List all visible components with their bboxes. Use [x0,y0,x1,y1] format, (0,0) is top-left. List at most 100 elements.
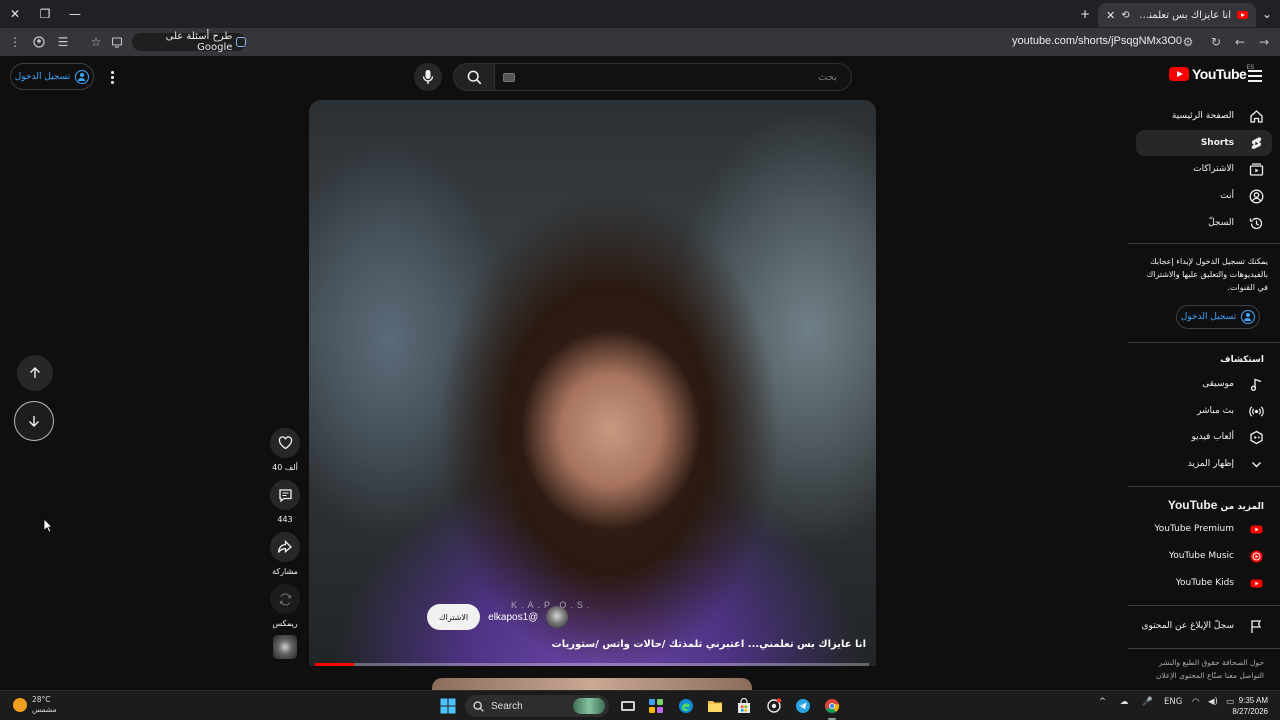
tray-wifi-icon[interactable]: ◠ [1192,697,1199,707]
minimize-window-icon[interactable]: — [64,4,86,24]
comments-button[interactable] [270,480,300,510]
browser-tab-active[interactable]: انا عايزاك بس تعلمني.. اعتبر ⟲ ✕ [1098,3,1256,27]
search-box[interactable] [494,63,852,91]
history-icon [1248,215,1264,231]
tray-cloud-icon[interactable]: ☁ [1120,697,1129,707]
channel-avatar[interactable] [546,606,569,628]
chrome-browser-icon[interactable] [822,696,842,716]
bookmark-star-icon[interactable]: ☆ [87,33,105,51]
sidebar-item-label: الصفحة الرئيسية [1171,111,1234,121]
widgets-icon[interactable] [646,696,666,716]
new-tab-icon[interactable]: + [1074,4,1096,24]
video-progress-bar[interactable] [315,663,869,666]
install-app-icon[interactable] [108,33,126,51]
tab-search-icon[interactable]: ⌄ [1256,4,1278,24]
browser-menu-icon[interactable]: ⋮ [6,33,24,51]
sidebar-sign-in-button[interactable]: تسجيل الدخول [1176,305,1260,329]
share-action: مشاركة [270,532,300,576]
close-window-icon[interactable]: ✕ [4,4,26,24]
shorts-video-player[interactable]: K.A.P.O.S. [309,100,876,666]
search-button[interactable] [453,63,495,91]
youtube-logo[interactable]: YouTube ES [1169,64,1254,82]
taskbar-search-label: Search [491,700,523,712]
tray-overflow-icon[interactable]: ^ [1099,697,1106,707]
sidebar-item-live[interactable]: بث مباشر [1136,398,1272,424]
sidebar-item-history[interactable]: السجلّ [1136,210,1272,236]
sidebar-show-more[interactable]: إظهار المزيد [1136,451,1272,477]
sidebar-item-you[interactable]: أنت [1136,183,1272,209]
google-lens-icon [236,37,246,47]
taskbar-clock[interactable]: 9:35 AM 8/27/2026 [1232,695,1268,717]
video-title[interactable]: انا عايزاك بس تعلمني... اعتبرني تلمذتك /… [548,639,866,650]
sidebar-item-label: موسيقى [1202,379,1234,389]
footer-links[interactable]: حول الصحافة حقوق الطبع والنشر التواصل مع… [1134,656,1264,682]
edge-browser-icon[interactable] [676,696,696,716]
restore-window-icon[interactable]: ❐ [34,4,56,24]
sidebar-item-label: سجلّ الإبلاغ عن المحتوى [1141,621,1234,631]
comment-icon [278,488,292,502]
tab-audio-icon[interactable]: ⟲ [1121,10,1129,21]
next-short-preview[interactable] [432,678,752,690]
settings-menu-icon[interactable] [106,67,118,87]
sidebar-item-subscriptions[interactable]: الاشتراكات [1136,156,1272,182]
share-label: مشاركة [272,567,298,576]
taskbar-search[interactable]: Search [465,695,609,717]
sidebar-item-label: Shorts [1200,138,1234,148]
chatgpt-app-icon[interactable] [764,696,784,716]
sidebar-item-label: YouTube Premium [1154,524,1234,534]
sign-in-prompt: يمكنك تسجيل الدخول لإبداء إعجابك بالفيدي… [1146,257,1268,292]
like-button[interactable] [270,428,300,458]
tray-volume-icon[interactable]: ◀) [1208,697,1218,707]
sidebar-item-shorts[interactable]: Shorts [1136,130,1272,156]
subscribe-button[interactable]: الاشتراك [427,604,481,630]
next-short-button[interactable] [14,401,54,441]
telegram-icon[interactable] [793,696,813,716]
reload-icon[interactable]: ↻ [1207,33,1225,51]
back-icon[interactable]: ← [1231,33,1249,51]
windows-taskbar: 28°C مشمس Search ^ ☁ 🎤 ENG ◠ ◀) ▭ 9:35 A [0,690,1280,720]
channel-handle[interactable]: @elkapos1 [488,612,538,623]
tab-title: انا عايزاك بس تعلمني.. اعتبر [1135,9,1231,21]
previous-short-button[interactable] [17,355,53,391]
forward-icon[interactable]: → [1255,33,1273,51]
microsoft-store-icon[interactable] [734,696,754,716]
sign-in-label: تسجيل الدخول [14,71,71,82]
keyboard-icon[interactable] [503,73,515,82]
sign-in-button[interactable]: تسجيل الدخول [10,63,94,90]
voice-search-button[interactable] [414,63,442,91]
share-button[interactable] [270,532,300,562]
weather-widget[interactable]: 28°C مشمس [13,695,57,715]
url-text[interactable]: youtube.com/shorts/jPsqgNMx3O0 [1012,35,1182,47]
arrow-up-icon [30,367,40,378]
weather-temp: 28°C [32,695,51,704]
ask-google-label: طرح أسئلة على Google [165,31,233,53]
start-button[interactable] [438,696,458,716]
sidebar-item-label: الاشتراكات [1193,164,1234,174]
site-settings-icon[interactable]: ⚙ [1179,33,1197,51]
sidebar-item-home[interactable]: الصفحة الرئيسية [1136,103,1272,129]
like-count: 40 ألف [272,463,298,472]
file-explorer-icon[interactable] [705,696,725,716]
clock-time: 9:35 AM [1238,696,1268,705]
ask-google-chip[interactable]: طرح أسئلة على Google [132,31,246,53]
remix-button[interactable] [270,584,300,614]
sound-thumbnail[interactable] [273,635,297,659]
task-view-icon[interactable] [618,696,638,716]
heart-icon [278,436,292,450]
account-icon [75,69,90,84]
tray-microphone-icon[interactable]: 🎤 [1142,697,1153,707]
search-input[interactable] [495,64,851,90]
sidebar-item-gaming[interactable]: ألعاب فيديو [1136,424,1272,450]
sidebar-item-music[interactable]: موسيقى [1136,371,1272,397]
sidebar-item-youtube-music[interactable]: YouTube Music [1136,543,1272,569]
sidebar-item-report-history[interactable]: سجلّ الإبلاغ عن المحتوى [1136,613,1272,639]
profile-icon[interactable] [30,33,48,51]
guide-menu-icon[interactable] [1248,70,1262,82]
sidebar-item-youtube-kids[interactable]: YouTube Kids [1136,570,1272,596]
reading-list-icon[interactable]: ☰ [54,33,72,51]
sidebar-item-youtube-premium[interactable]: YouTube Premium [1136,516,1272,542]
input-language[interactable]: ENG [1164,697,1182,707]
tab-close-icon[interactable]: ✕ [1106,9,1115,22]
sidebar-item-label: السجلّ [1208,218,1234,228]
clock-date: 8/27/2026 [1232,707,1268,716]
